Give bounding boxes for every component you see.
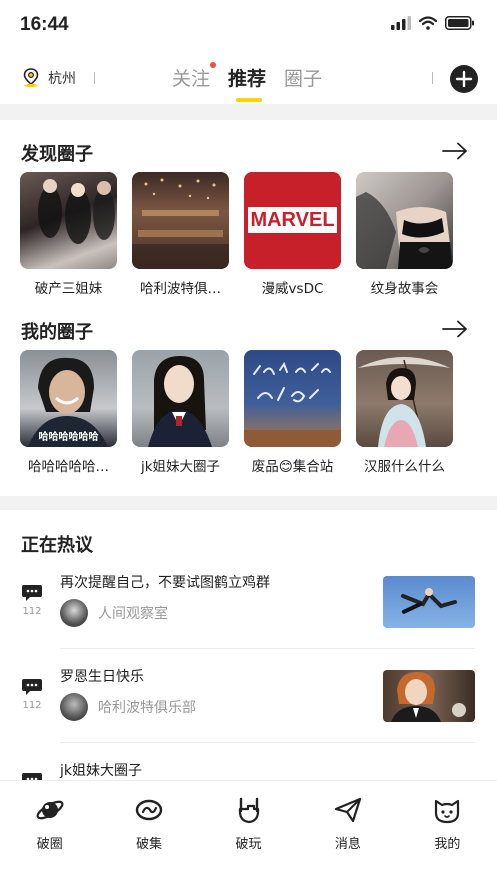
location-selector[interactable]: 杭州 [22,68,76,88]
add-button[interactable] [450,65,478,93]
divider [60,742,475,743]
circle-card[interactable]: MARVEL 漫威vsDC [244,172,341,297]
arrow-right-icon[interactable] [442,320,468,338]
divider [60,648,475,649]
circle-label: 汉服什么什么 [364,459,445,475]
status-icons [391,16,475,30]
bottom-tab-bar: 破圈 破集 破玩 消息 我的 [0,780,497,884]
tab-label: 推荐 [228,68,267,90]
topic-author[interactable]: 哈利波特俱乐部 [60,693,196,721]
circle-thumbnail [244,350,341,447]
tabbar-item-powan[interactable]: 破玩 [199,781,298,884]
circle-label: 纹身故事会 [370,281,439,297]
circle-label: 破产三姐妹 [34,281,103,297]
wifi-icon [419,16,437,30]
tabbar-item-pojuan[interactable]: 破圈 [0,781,99,884]
tab-label: 消息 [334,837,361,852]
circle-thumbnail [20,172,117,269]
tab-circles[interactable]: 圈子 [284,64,322,91]
topic-image [383,576,475,628]
circle-thumbnail [132,350,229,447]
comment-count: 112 [22,700,42,711]
tab-label: 圈子 [284,68,323,90]
circle-card[interactable]: 哈利波特俱… [132,172,229,297]
circle-label: jk姐妹大圈子 [140,459,221,475]
discover-title: 发现圈子 [21,144,93,165]
tab-label: 破集 [136,837,163,852]
status-bar: 16:44 [0,0,497,48]
battery-icon [445,16,474,30]
tab-label: 我的 [434,837,461,852]
section-gap [0,496,497,510]
circle-thumbnail [356,350,453,447]
comment-count: 112 [22,606,42,617]
tabbar-item-messages[interactable]: 消息 [298,781,397,884]
tab-label: 关注 [172,68,211,90]
active-tab-indicator [236,98,263,102]
discover-list: 破产三姐妹 哈利波特俱… MARVEL 漫威vsDC 纹身故事会 [20,172,453,297]
divider [94,72,95,84]
avatar [60,599,88,627]
tab-label: 破玩 [235,837,262,852]
circle-label: 哈利波特俱… [140,281,221,297]
author-name: 人间观察室 [98,606,168,622]
feed-tabs: 关注 推荐 圈子 [172,62,322,102]
status-time: 16:44 [20,14,69,35]
tab-label: 破圈 [36,837,63,852]
circle-thumbnail [132,172,229,269]
planet-icon [36,800,64,820]
topic-image [383,670,475,722]
topic-title: 罗恩生日快乐 [60,669,144,685]
author-name: 哈利波特俱乐部 [98,700,196,716]
arrow-right-icon[interactable] [442,142,468,160]
ring-icon [135,799,163,821]
paper-plane-icon [334,797,362,823]
rock-hand-icon [238,797,259,824]
cat-face-icon [435,799,460,824]
circle-thumbnail: 哈哈哈哈哈哈 [20,350,117,447]
notification-dot [210,62,217,68]
circle-card[interactable]: 哈哈哈哈哈哈 哈哈哈哈哈… [20,350,117,475]
circle-label: 废品😊集合站 [251,459,334,475]
tabbar-item-poji[interactable]: 破集 [99,781,198,884]
hot-title: 正在热议 [21,535,93,556]
tabbar-item-me[interactable]: 我的 [398,781,497,884]
location-pin-icon [23,68,39,88]
topic-title: 再次提醒自己，不要试图鹤立鸡群 [60,575,270,591]
topic-author[interactable]: 人间观察室 [60,599,168,627]
section-gap [0,104,497,120]
comment-bubble-icon [22,679,42,695]
marvel-logo-text: MARVEL [250,208,335,231]
tab-recommended[interactable]: 推荐 [228,64,267,102]
location-label: 杭州 [48,71,76,87]
avatar [60,693,88,721]
plus-icon [455,70,473,88]
circle-label: 哈哈哈哈哈… [28,459,109,475]
circle-card[interactable]: 废品😊集合站 [244,350,341,475]
circle-card[interactable]: jk姐妹大圈子 [132,350,229,475]
circle-card[interactable]: 破产三姐妹 [20,172,117,297]
top-nav: 杭州 关注 推荐 圈子 [0,52,497,104]
hot-topic-item[interactable]: 112 罗恩生日快乐 哈利波特俱乐部 [0,666,497,762]
hot-topic-item[interactable]: 112 再次提醒自己，不要试图鹤立鸡群 人间观察室 [0,572,497,668]
comment-bubble-icon [22,585,42,601]
divider [432,72,433,84]
circle-label: 漫威vsDC [261,281,324,297]
circle-thumbnail [356,172,453,269]
thumbnail-caption: 哈哈哈哈哈哈 [38,432,99,443]
topic-title: jk姐妹大圈子 [60,763,142,779]
circle-thumbnail: MARVEL [244,172,341,269]
my-circles-title: 我的圈子 [21,322,93,343]
my-circles-list: 哈哈哈哈哈哈 哈哈哈哈哈… jk姐妹大圈子 废品😊集合站 汉服什么什么 [20,350,453,475]
circle-card[interactable]: 纹身故事会 [356,172,453,297]
cellular-signal-icon [391,16,411,30]
tab-following[interactable]: 关注 [172,62,217,91]
circle-card[interactable]: 汉服什么什么 [356,350,453,475]
